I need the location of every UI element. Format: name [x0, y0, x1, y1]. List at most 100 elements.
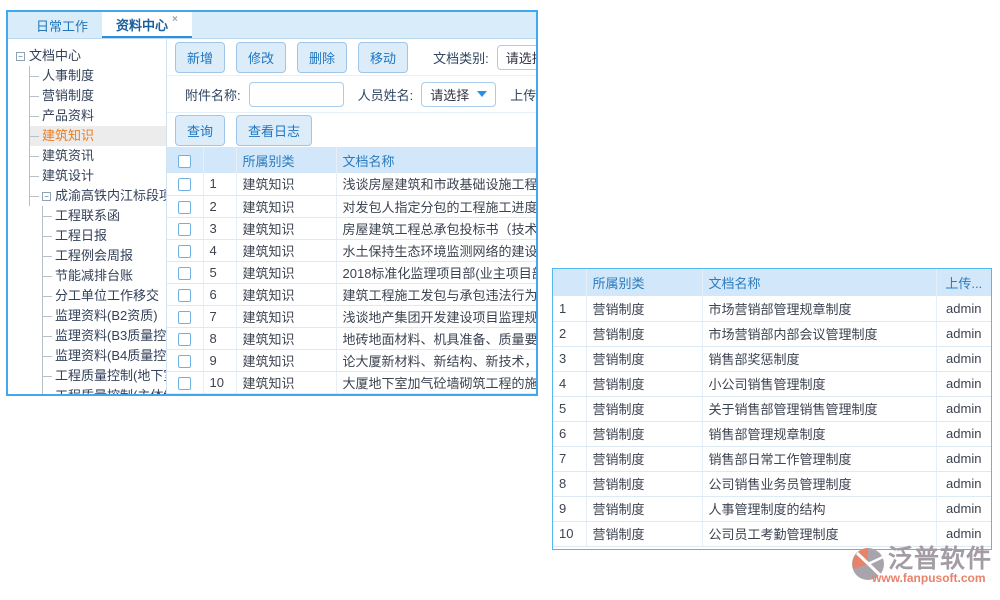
row-number: 6: [203, 283, 236, 305]
row-number: 4: [203, 239, 236, 261]
tree-item[interactable]: 建筑知识: [30, 126, 166, 146]
table-row[interactable]: 6 营销制度 销售部管理规章制度 admin: [553, 421, 991, 446]
row-checkbox[interactable]: [178, 289, 191, 302]
tree-item[interactable]: 工程联系函: [43, 206, 166, 226]
select-all-checkbox[interactable]: [178, 155, 191, 168]
row-uploader: admin: [936, 296, 991, 321]
tree-item[interactable]: 营销制度: [30, 86, 166, 106]
vendor-url: www.fanpusoft.com: [872, 571, 992, 585]
tree-item[interactable]: 监理资料(B2资质): [43, 306, 166, 326]
table-row[interactable]: 5 营销制度 关于销售部管理销售管理制度 admin: [553, 396, 991, 421]
tree-node-project[interactable]: −成渝高铁内江标段项目: [30, 186, 166, 206]
collapse-icon[interactable]: −: [16, 52, 25, 61]
tree-root-document-center[interactable]: −文档中心: [16, 46, 166, 66]
row-category: 建筑知识: [236, 327, 336, 349]
query-button[interactable]: 查询: [175, 115, 225, 146]
row-checkbox[interactable]: [178, 267, 191, 280]
vendor-logo: 泛普软件 www.fanpusoft.com: [850, 546, 992, 585]
row-docname: 小公司销售管理制度: [702, 371, 936, 396]
row-uploader: admin: [936, 421, 991, 446]
upload-date-label: 上传日期:: [510, 85, 536, 104]
collapse-icon[interactable]: −: [42, 192, 51, 201]
row-checkbox[interactable]: [178, 355, 191, 368]
tab-data-center[interactable]: 资料中心 ×: [102, 12, 192, 38]
tree-item[interactable]: 工程质量控制(地下室): [43, 366, 166, 386]
attachment-input[interactable]: [249, 82, 344, 107]
tree-item[interactable]: 工程日报: [43, 226, 166, 246]
row-checkbox[interactable]: [178, 223, 191, 236]
person-label: 人员姓名:: [358, 85, 414, 104]
row-category: 营销制度: [586, 321, 702, 346]
tree-item[interactable]: 节能减排台账: [43, 266, 166, 286]
row-uploader: admin: [936, 471, 991, 496]
tab-daily-work[interactable]: 日常工作: [22, 12, 102, 38]
tree-item[interactable]: 分工单位工作移交: [43, 286, 166, 306]
row-checkbox[interactable]: [178, 333, 191, 346]
row-docname: 市场营销部内部会议管理制度: [702, 321, 936, 346]
table-row[interactable]: 8 营销制度 公司销售业务员管理制度 admin: [553, 471, 991, 496]
tree-item[interactable]: 人事制度: [30, 66, 166, 86]
table-row[interactable]: 8 建筑知识 地砖地面材料、机具准备、质量要求及...: [167, 327, 536, 349]
row-uploader: admin: [936, 321, 991, 346]
tree-item[interactable]: 监理资料(B4质量控制): [43, 346, 166, 366]
row-checkbox[interactable]: [178, 311, 191, 324]
tree-item[interactable]: 产品资料: [30, 106, 166, 126]
table-row[interactable]: 10 营销制度 公司员工考勤管理制度 admin: [553, 521, 991, 546]
row-category: 营销制度: [586, 346, 702, 371]
row-docname: 水土保持生态环境监测网络的建设与资...: [336, 239, 536, 261]
row-docname: 市场营销部管理规章制度: [702, 296, 936, 321]
row-category: 建筑知识: [236, 283, 336, 305]
table-row[interactable]: 10 建筑知识 大厦地下室加气砼墙砌筑工程的施工方...: [167, 371, 536, 393]
toolbar-button[interactable]: 新增: [175, 42, 225, 73]
tree-item[interactable]: 工程例会周报: [43, 246, 166, 266]
row-category: 营销制度: [586, 496, 702, 521]
toolbar-button[interactable]: 修改: [236, 42, 286, 73]
row-number: 9: [203, 349, 236, 371]
row-docname: 浅谈地产集团开发建设项目监理规划编...: [336, 305, 536, 327]
toolbar-button[interactable]: 移动: [358, 42, 408, 73]
row-number: 4: [553, 371, 586, 396]
table-row[interactable]: 7 营销制度 销售部日常工作管理制度 admin: [553, 446, 991, 471]
tree-item[interactable]: 建筑资讯: [30, 146, 166, 166]
row-category: 营销制度: [586, 521, 702, 546]
person-select[interactable]: 请选择: [421, 82, 496, 107]
table-row[interactable]: 4 建筑知识 水土保持生态环境监测网络的建设与资...: [167, 239, 536, 261]
table-row[interactable]: 2 建筑知识 对发包人指定分包的工程施工进度安排...: [167, 195, 536, 217]
toolbar-row: 新增修改删除移动 文档类别: 请选择 文档名称:: [167, 39, 536, 76]
table-row[interactable]: 6 建筑知识 建筑工程施工发包与承包违法行为认定...: [167, 283, 536, 305]
table-row[interactable]: 3 建筑知识 房屋建筑工程总承包投标书（技术标）...: [167, 217, 536, 239]
num-column-header: [203, 147, 236, 173]
table-row[interactable]: 9 营销制度 人事管理制度的结构 admin: [553, 496, 991, 521]
table-row[interactable]: 9 建筑知识 论大厦新材料、新结构、新技术，新工...: [167, 349, 536, 371]
tree-item[interactable]: 工程质量控制(主体结构): [43, 386, 166, 394]
row-docname: 人事管理制度的结构: [702, 496, 936, 521]
table-row[interactable]: 4 营销制度 小公司销售管理制度 admin: [553, 371, 991, 396]
category-select[interactable]: 请选择: [497, 45, 536, 70]
row-category: 营销制度: [586, 371, 702, 396]
table-row[interactable]: 2 营销制度 市场营销部内部会议管理制度 admin: [553, 321, 991, 346]
row-checkbox[interactable]: [178, 377, 191, 390]
row-checkbox[interactable]: [178, 245, 191, 258]
row-docname: 公司销售业务员管理制度: [702, 471, 936, 496]
row-docname: 浅谈房屋建筑和市政基础设施工程施工...: [336, 173, 536, 195]
row-docname: 地砖地面材料、机具准备、质量要求及...: [336, 327, 536, 349]
toolbar-button[interactable]: 删除: [297, 42, 347, 73]
table-row[interactable]: 5 建筑知识 2018标准化监理项目部(业主项目部)人员...: [167, 261, 536, 283]
row-number: 7: [553, 446, 586, 471]
view-log-button[interactable]: 查看日志: [236, 115, 312, 146]
row-category: 建筑知识: [236, 195, 336, 217]
row-checkbox[interactable]: [178, 201, 191, 214]
row-category: 建筑知识: [236, 239, 336, 261]
row-category: 营销制度: [586, 296, 702, 321]
table-row[interactable]: 1 营销制度 市场营销部管理规章制度 admin: [553, 296, 991, 321]
tab-close-icon[interactable]: ×: [172, 14, 178, 25]
tree-item[interactable]: 监理资料(B3质量控制): [43, 326, 166, 346]
table-header-row: 所属别类 文档名称: [167, 147, 536, 173]
table-row[interactable]: 1 建筑知识 浅谈房屋建筑和市政基础设施工程施工...: [167, 173, 536, 195]
table-row[interactable]: 7 建筑知识 浅谈地产集团开发建设项目监理规划编...: [167, 305, 536, 327]
uploader-column-header: 上传...: [936, 269, 991, 296]
table-row[interactable]: 3 营销制度 销售部奖惩制度 admin: [553, 346, 991, 371]
row-checkbox[interactable]: [178, 178, 191, 191]
row-number: 1: [553, 296, 586, 321]
tree-item[interactable]: 建筑设计: [30, 166, 166, 186]
